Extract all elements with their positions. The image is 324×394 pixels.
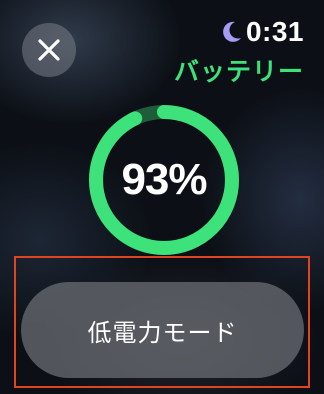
status-bar: 0:31 bbox=[221, 14, 304, 50]
battery-percentage: 93% bbox=[121, 155, 207, 204]
low-power-mode-button[interactable]: 低電力モード bbox=[21, 282, 304, 378]
watch-screen: 0:31 バッテリー 93% 低電力モード bbox=[0, 0, 324, 394]
clock-time: 0:31 bbox=[245, 16, 304, 47]
page-title: バッテリー bbox=[173, 57, 304, 86]
low-power-mode-label: 低電力モード bbox=[87, 318, 238, 347]
close-icon bbox=[37, 38, 61, 62]
close-button[interactable] bbox=[22, 23, 76, 77]
moon-icon bbox=[221, 20, 243, 44]
